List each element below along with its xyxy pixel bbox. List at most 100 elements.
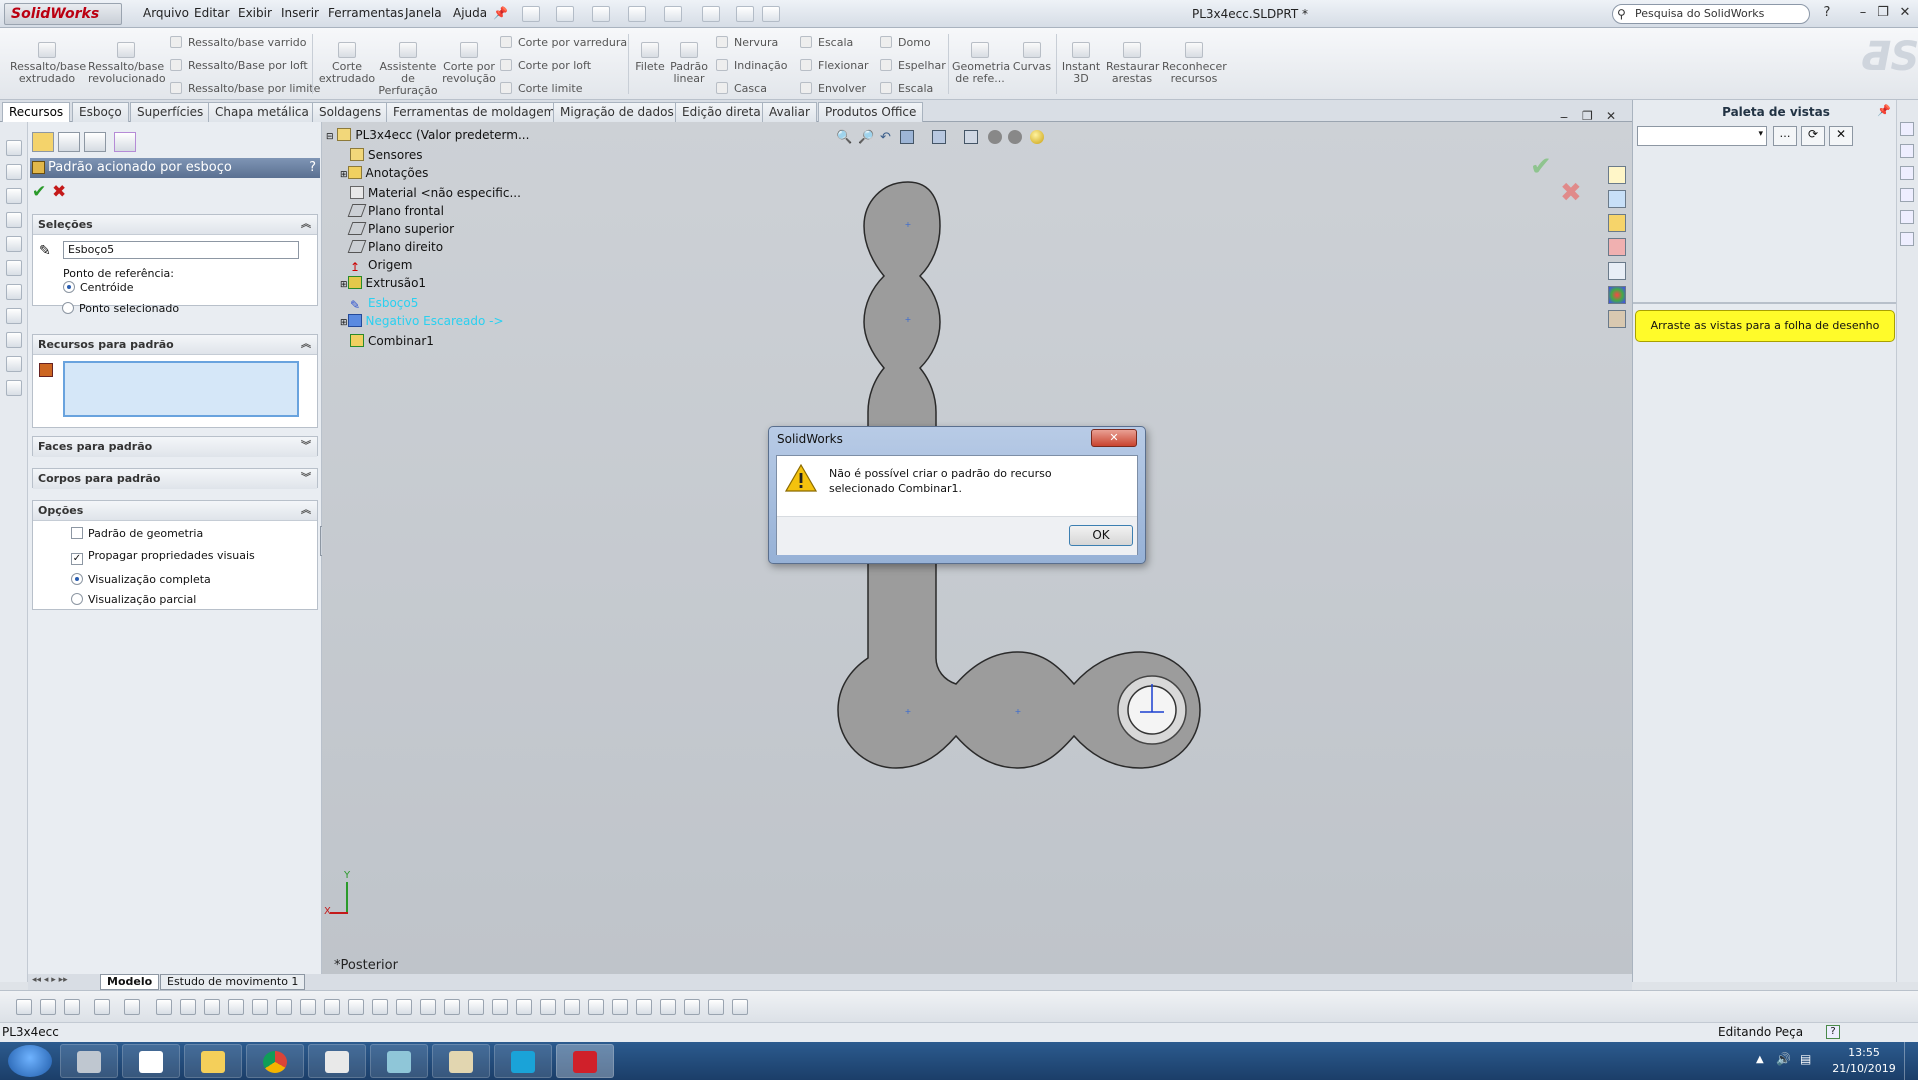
propagate-visual-checkbox[interactable]: ✓ Propagar propriedades visuais bbox=[71, 549, 255, 565]
tool-icon[interactable] bbox=[324, 999, 340, 1015]
menu-ferramentas[interactable]: Ferramentas bbox=[328, 6, 404, 20]
curves-button[interactable]: Curvas bbox=[1012, 42, 1052, 73]
hide-show-icon[interactable] bbox=[988, 130, 1002, 144]
swept-cut-button[interactable]: Corte por varredura bbox=[500, 36, 627, 50]
fillet-button[interactable]: Filete bbox=[634, 42, 666, 73]
partial-preview-radio[interactable]: Visualização parcial bbox=[71, 593, 196, 606]
tool-icon[interactable] bbox=[492, 999, 508, 1015]
tool-icon[interactable] bbox=[204, 999, 220, 1015]
tree-item-anotacoes[interactable]: ⊞ Anotações bbox=[326, 164, 529, 184]
save-icon[interactable] bbox=[592, 6, 610, 22]
tool-icon[interactable] bbox=[660, 999, 676, 1015]
tool-icon[interactable] bbox=[124, 999, 140, 1015]
clock-date[interactable]: 21/10/2019 bbox=[1830, 1062, 1898, 1075]
open-icon[interactable] bbox=[556, 6, 574, 22]
tool-icon[interactable] bbox=[588, 999, 604, 1015]
pin-icon[interactable]: 📌 bbox=[493, 6, 508, 20]
tool-icon[interactable] bbox=[372, 999, 388, 1015]
start-button-icon[interactable] bbox=[8, 1045, 52, 1077]
tab-chapa-metalica[interactable]: Chapa metálica bbox=[208, 102, 316, 122]
taskbar-calculator[interactable] bbox=[60, 1044, 118, 1078]
feature-recognition-button[interactable]: Reconhecer recursos bbox=[1162, 42, 1227, 85]
full-preview-radio[interactable]: Visualização completa bbox=[71, 573, 211, 586]
print-icon[interactable] bbox=[628, 6, 646, 22]
appearance-icon[interactable] bbox=[1008, 130, 1022, 144]
file-explorer-icon[interactable] bbox=[1608, 214, 1626, 232]
cancel-x-icon[interactable]: ✖ bbox=[52, 182, 66, 202]
tool-icon[interactable] bbox=[348, 999, 364, 1015]
help-icon[interactable]: ? bbox=[309, 158, 316, 178]
clock-time[interactable]: 13:55 bbox=[1834, 1046, 1894, 1059]
tool-icon[interactable] bbox=[300, 999, 316, 1015]
tool-icon[interactable] bbox=[6, 284, 22, 300]
tab-scroll-icons[interactable]: ◂◂ ◂ ▸ ▸▸ bbox=[32, 975, 68, 985]
geometry-pattern-checkbox[interactable]: Padrão de geometria bbox=[71, 527, 203, 540]
menu-ajuda[interactable]: Ajuda bbox=[453, 6, 487, 20]
minimize-button[interactable]: – bbox=[1854, 5, 1872, 21]
wrap-button[interactable]: Envolver bbox=[800, 82, 866, 96]
tool-icon[interactable] bbox=[420, 999, 436, 1015]
centroid-radio[interactable]: Centróide bbox=[63, 281, 134, 294]
tool-icon[interactable] bbox=[564, 999, 580, 1015]
tool-icon[interactable] bbox=[516, 999, 532, 1015]
browse-button[interactable]: … bbox=[1773, 126, 1797, 146]
tab-recursos[interactable]: Recursos bbox=[2, 102, 71, 123]
hole-wizard-button[interactable]: Assistente de Perfuração bbox=[378, 42, 438, 97]
tool-icon[interactable] bbox=[1900, 122, 1914, 136]
dome-button[interactable]: Domo bbox=[880, 36, 931, 50]
revolve-boss-button[interactable]: Ressalto/base revolucionado bbox=[88, 42, 166, 85]
expand-icon[interactable]: ︾ bbox=[301, 469, 311, 489]
tray-arrow-icon[interactable]: ▲ bbox=[1756, 1054, 1764, 1065]
tool-icon[interactable] bbox=[6, 188, 22, 204]
tab-produtos-office[interactable]: Produtos Office bbox=[818, 102, 924, 122]
collapse-icon[interactable]: ︽ bbox=[301, 335, 311, 355]
document-dropdown[interactable]: ▾ bbox=[1637, 126, 1767, 146]
previous-view-icon[interactable]: ↶ bbox=[880, 130, 891, 145]
linear-pattern-button[interactable]: Padrão linear bbox=[670, 42, 708, 85]
refresh-icon[interactable]: ⟳ bbox=[1801, 126, 1825, 146]
tool-icon[interactable] bbox=[612, 999, 628, 1015]
menu-inserir[interactable]: Inserir bbox=[281, 6, 319, 20]
confirm-corner-ok-icon[interactable]: ✔ bbox=[1530, 152, 1552, 182]
taskbar-solidworks[interactable] bbox=[556, 1044, 614, 1078]
feature-manager-tab-icon[interactable] bbox=[32, 132, 54, 152]
tool-icon[interactable] bbox=[1900, 188, 1914, 202]
extruded-cut-button[interactable]: Corte extrudado bbox=[318, 42, 376, 85]
features-header[interactable]: Recursos para padrão ︽ bbox=[33, 335, 317, 355]
tool-icon[interactable] bbox=[396, 999, 412, 1015]
menu-janela[interactable]: Janela bbox=[405, 6, 442, 20]
extrude-boss-button[interactable]: Ressalto/base extrudado bbox=[10, 42, 86, 85]
speaker-icon[interactable]: 🔊 bbox=[1776, 1052, 1791, 1066]
collapse-icon[interactable]: ︽ bbox=[301, 501, 311, 521]
lofted-cut-button[interactable]: Corte por loft bbox=[500, 59, 591, 73]
zoom-area-icon[interactable]: 🔎 bbox=[858, 130, 874, 145]
tool-icon[interactable] bbox=[1900, 232, 1914, 246]
tab-estudo-movimento[interactable]: Estudo de movimento 1 bbox=[160, 974, 306, 990]
instant3d-button[interactable]: Instant 3D bbox=[1058, 42, 1104, 85]
swept-boss-button[interactable]: Ressalto/base varrido bbox=[170, 36, 307, 50]
undo-icon[interactable] bbox=[664, 6, 682, 22]
tab-edicao-direta[interactable]: Edição direta bbox=[675, 102, 768, 122]
zoom-fit-icon[interactable]: 🔍 bbox=[836, 130, 852, 145]
display-style-icon[interactable] bbox=[964, 130, 978, 144]
tool-icon[interactable] bbox=[6, 164, 22, 180]
tree-item-esboco5[interactable]: ✎ Esboço5 bbox=[326, 294, 529, 312]
options-icon[interactable] bbox=[762, 6, 780, 22]
tool-icon[interactable] bbox=[1900, 166, 1914, 180]
boundary-boss-button[interactable]: Ressalto/base por limite bbox=[170, 82, 320, 96]
search-input[interactable]: ⚲ Pesquisa do SolidWorks bbox=[1612, 4, 1810, 24]
property-manager-tab-icon[interactable] bbox=[58, 132, 80, 152]
tool-icon[interactable] bbox=[6, 356, 22, 372]
show-desktop-button[interactable] bbox=[1904, 1042, 1918, 1080]
tab-ferramentas-moldagem[interactable]: Ferramentas de moldagem bbox=[386, 102, 563, 122]
mirror-button[interactable]: Espelhar bbox=[880, 59, 946, 73]
tool-icon[interactable] bbox=[6, 260, 22, 276]
revolved-cut-button[interactable]: Corte por revolução bbox=[440, 42, 498, 85]
reference-geometry-button[interactable]: Geometria de refe... bbox=[952, 42, 1010, 85]
appearances-icon[interactable] bbox=[1608, 286, 1626, 304]
ok-check-icon[interactable]: ✔ bbox=[32, 182, 46, 202]
tool-icon[interactable] bbox=[228, 999, 244, 1015]
scene-icon[interactable] bbox=[1030, 130, 1044, 144]
features-to-pattern-list[interactable] bbox=[63, 361, 299, 417]
tool-icon[interactable] bbox=[636, 999, 652, 1015]
